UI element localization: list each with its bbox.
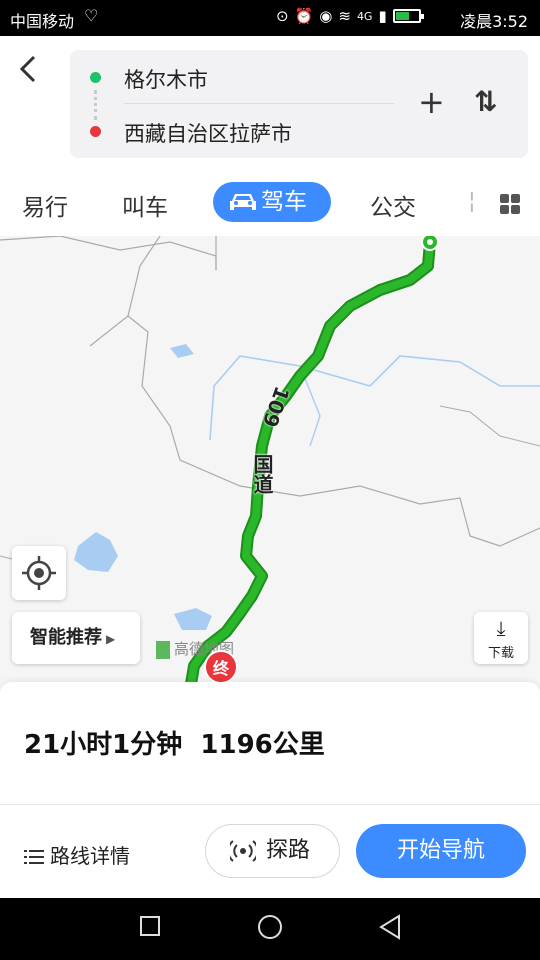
home-button[interactable] xyxy=(258,915,282,939)
system-nav-bar xyxy=(0,898,540,960)
download-label: 下载 xyxy=(487,646,514,661)
end-marker: 终 xyxy=(204,650,238,684)
chevron-left-icon xyxy=(19,55,36,83)
status-icons: ⊙ ⏰ ◉ ≋ 4G ▮ xyxy=(276,7,424,25)
smart-recommend-button[interactable]: 智能推荐 ▶ xyxy=(12,612,140,664)
back-triangle-icon[interactable] xyxy=(378,914,402,940)
signal-icon: ▮ xyxy=(378,7,387,25)
swap-route-button[interactable]: ⇅ xyxy=(474,84,497,120)
status-bar: 中国移动 ♡ ⊙ ⏰ ◉ ≋ 4G ▮ 凌晨3:52 xyxy=(0,0,540,36)
probe-button[interactable]: 探路 xyxy=(205,824,340,878)
download-icon: ⤓ xyxy=(496,616,506,640)
divider xyxy=(0,804,540,805)
wifi-icon: ≋ xyxy=(338,7,351,25)
offline-download-button[interactable]: ⤓ 下载 xyxy=(474,612,528,664)
route-input-box: 格尔木市 西藏自治区拉萨市 + ⇅ xyxy=(70,50,528,158)
route-distance: 1196公里 xyxy=(200,730,325,760)
network-type: 4G xyxy=(356,9,373,23)
smart-recommend-label: 智能推荐 xyxy=(30,627,102,648)
amap-logo-icon xyxy=(156,640,170,659)
add-waypoint-button[interactable]: + xyxy=(418,82,445,122)
list-icon xyxy=(24,850,44,864)
alarm-icon: ⏰ xyxy=(294,7,314,25)
clock: 凌晨3:52 xyxy=(460,12,528,31)
start-navigation-button[interactable]: 开始导航 xyxy=(356,824,526,878)
route-details-button[interactable]: 路线详情 xyxy=(24,840,130,869)
tab-taxi[interactable]: 叫车 xyxy=(122,188,168,222)
start-dot-icon xyxy=(90,72,101,83)
route-details-label: 路线详情 xyxy=(50,844,130,868)
location-icon: ⊙ xyxy=(276,7,289,25)
crosshair-icon xyxy=(22,556,56,590)
map-view[interactable]: 109 国道 智能推荐 ▶ ⤓ 下载 高德地图 终 xyxy=(0,236,540,690)
route-duration: 21小时1分钟 xyxy=(24,730,183,760)
caret-right-icon: ▶ xyxy=(106,632,116,646)
probe-label: 探路 xyxy=(266,838,311,863)
tab-bus[interactable]: 公交 xyxy=(370,188,416,222)
carrier-name: 中国移动 xyxy=(10,12,75,31)
tab-easy-travel[interactable]: 易行 xyxy=(22,188,68,222)
back-button[interactable] xyxy=(18,54,48,94)
road-label-text: 国道 xyxy=(250,454,274,494)
end-dot-icon xyxy=(90,126,101,137)
route-summary-panel: 21小时1分钟 1196公里 路线详情 探路 开始导航 xyxy=(0,682,540,898)
route-summary[interactable]: 21小时1分钟 1196公里 xyxy=(24,724,325,761)
tab-more-fade: ¦ xyxy=(468,188,476,214)
origin-field[interactable]: 格尔木市 xyxy=(124,64,208,94)
battery-icon xyxy=(392,9,424,23)
grid-menu-icon[interactable] xyxy=(500,194,520,214)
heart-icon: ♡ xyxy=(84,6,99,25)
broadcast-icon xyxy=(230,840,256,862)
eye-icon: ◉ xyxy=(319,7,333,25)
recent-apps-button[interactable] xyxy=(140,916,160,936)
route-connector xyxy=(94,90,97,120)
route-header: 格尔木市 西藏自治区拉萨市 + ⇅ 易行 叫车 驾车 公交 ¦ xyxy=(0,36,540,236)
battery-level xyxy=(395,12,409,20)
car-icon xyxy=(230,194,256,210)
transport-tabs: 易行 叫车 驾车 公交 ¦ xyxy=(0,182,540,228)
destination-field[interactable]: 西藏自治区拉萨市 xyxy=(124,118,292,148)
divider xyxy=(124,103,394,104)
locate-button[interactable] xyxy=(12,546,66,600)
